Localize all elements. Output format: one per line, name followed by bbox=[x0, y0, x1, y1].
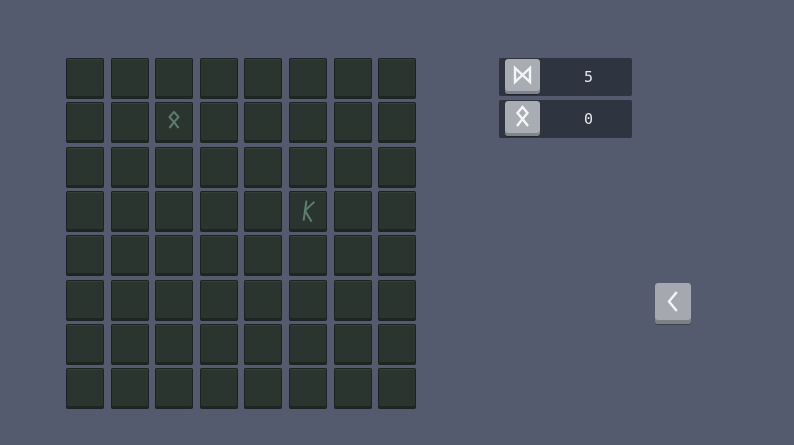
board-tile[interactable] bbox=[200, 147, 238, 188]
board-tile[interactable] bbox=[66, 324, 104, 365]
board-tile[interactable] bbox=[289, 368, 327, 409]
othala-counter-value: 0 bbox=[583, 110, 595, 128]
board-tile[interactable] bbox=[155, 280, 193, 321]
counter-panel-othala: 0 bbox=[499, 100, 632, 138]
board-tile[interactable] bbox=[378, 368, 416, 409]
rune-board bbox=[66, 58, 416, 412]
board-tile[interactable] bbox=[155, 368, 193, 409]
board-tile[interactable] bbox=[289, 191, 327, 232]
board-tile[interactable] bbox=[334, 280, 372, 321]
dagaz-counter-value: 5 bbox=[583, 68, 595, 86]
board-tile[interactable] bbox=[66, 368, 104, 409]
board-tile[interactable] bbox=[111, 58, 149, 99]
board-tile[interactable] bbox=[111, 235, 149, 276]
board-tile[interactable] bbox=[200, 280, 238, 321]
counter-panel-dagaz: 5 bbox=[499, 58, 632, 96]
board-tile[interactable] bbox=[334, 324, 372, 365]
board-tile[interactable] bbox=[289, 280, 327, 321]
board-tile[interactable] bbox=[289, 235, 327, 276]
board-tile[interactable] bbox=[244, 368, 282, 409]
board-tile[interactable] bbox=[378, 147, 416, 188]
board-tile[interactable] bbox=[244, 58, 282, 99]
board-tile[interactable] bbox=[66, 191, 104, 232]
board-tile[interactable] bbox=[378, 324, 416, 365]
board-tile[interactable] bbox=[155, 235, 193, 276]
board-tile[interactable] bbox=[66, 58, 104, 99]
board-tile[interactable] bbox=[378, 280, 416, 321]
board-tile[interactable] bbox=[378, 191, 416, 232]
board-tile[interactable] bbox=[289, 58, 327, 99]
board-tile[interactable] bbox=[334, 191, 372, 232]
board-tile[interactable] bbox=[289, 102, 327, 143]
board-tile[interactable] bbox=[200, 102, 238, 143]
board-tile[interactable] bbox=[111, 147, 149, 188]
board-tile[interactable] bbox=[334, 147, 372, 188]
board-tile[interactable] bbox=[155, 147, 193, 188]
board-tile[interactable] bbox=[244, 191, 282, 232]
board-tile[interactable] bbox=[200, 235, 238, 276]
board-tile[interactable] bbox=[244, 235, 282, 276]
board-tile[interactable] bbox=[334, 235, 372, 276]
board-tile[interactable] bbox=[378, 58, 416, 99]
chevron-left-icon bbox=[667, 291, 678, 312]
board-tile[interactable] bbox=[66, 235, 104, 276]
board-tile[interactable] bbox=[155, 58, 193, 99]
board-tile[interactable] bbox=[334, 368, 372, 409]
board-tile[interactable] bbox=[111, 191, 149, 232]
board-tile[interactable] bbox=[111, 368, 149, 409]
game-screen: 5 0 bbox=[0, 0, 794, 445]
board-tile[interactable] bbox=[244, 147, 282, 188]
othala-rune-icon bbox=[505, 101, 540, 136]
board-tile[interactable] bbox=[66, 280, 104, 321]
board-tile[interactable] bbox=[200, 368, 238, 409]
board-tile[interactable] bbox=[155, 324, 193, 365]
board-tile[interactable] bbox=[289, 147, 327, 188]
othala-rune-icon bbox=[168, 110, 180, 129]
board-tile[interactable] bbox=[111, 280, 149, 321]
board-tile[interactable] bbox=[244, 280, 282, 321]
board-tile[interactable] bbox=[200, 191, 238, 232]
board-tile[interactable] bbox=[289, 324, 327, 365]
board-tile[interactable] bbox=[378, 235, 416, 276]
board-tile[interactable] bbox=[244, 102, 282, 143]
board-tile[interactable] bbox=[111, 324, 149, 365]
board-tile[interactable] bbox=[378, 102, 416, 143]
back-button[interactable] bbox=[655, 283, 691, 324]
board-tile[interactable] bbox=[244, 324, 282, 365]
board-tile[interactable] bbox=[66, 147, 104, 188]
board-tile[interactable] bbox=[200, 324, 238, 365]
dagaz-rune-icon bbox=[505, 59, 540, 94]
kaunan-rune-icon bbox=[302, 200, 316, 223]
board-tile[interactable] bbox=[66, 102, 104, 143]
board-tile[interactable] bbox=[334, 102, 372, 143]
board-tile[interactable] bbox=[334, 58, 372, 99]
board-tile[interactable] bbox=[200, 58, 238, 99]
board-tile[interactable] bbox=[155, 191, 193, 232]
board-tile[interactable] bbox=[155, 102, 193, 143]
board-tile[interactable] bbox=[111, 102, 149, 143]
